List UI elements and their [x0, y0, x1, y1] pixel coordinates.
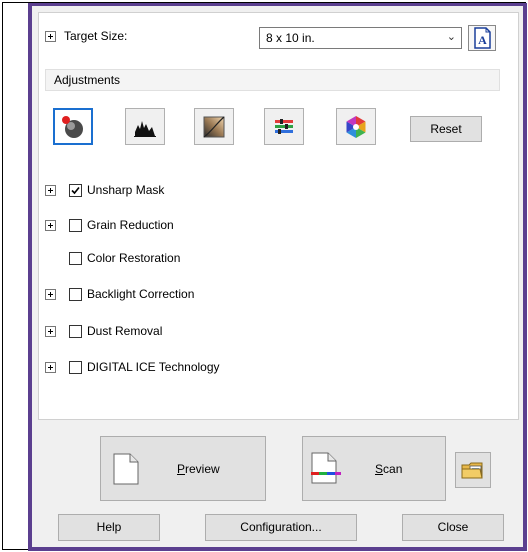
backlight-correction-checkbox[interactable]	[69, 288, 82, 301]
adjustments-title: Adjustments	[54, 73, 121, 87]
grain-reduction-checkbox[interactable]	[69, 219, 82, 232]
unsharp-mask-checkbox[interactable]	[69, 184, 82, 197]
preview-mnemonic: P	[177, 462, 186, 476]
document-orientation-button[interactable]: A	[468, 25, 496, 51]
preview-label: Preview	[177, 462, 220, 476]
expand-grain-reduction-button[interactable]	[45, 220, 56, 231]
page-icon	[113, 453, 139, 485]
chevron-down-icon: ⌄	[446, 31, 456, 43]
reset-label: Reset	[430, 122, 462, 136]
configuration-label: Configuration...	[240, 520, 322, 534]
histogram-icon	[134, 120, 156, 137]
preview-label-rest: review	[185, 462, 220, 476]
target-size-value: 8 x 10 in.	[266, 31, 315, 45]
scan-icon	[311, 452, 341, 484]
color-balance-button[interactable]	[264, 108, 304, 145]
expand-backlight-correction-button[interactable]	[45, 289, 56, 300]
expand-target-size-button[interactable]	[45, 31, 56, 42]
digital-ice-checkbox[interactable]	[69, 361, 82, 374]
scan-settings-window: Target Size: 8 x 10 in. ⌄ A Adjustments	[28, 3, 527, 551]
tone-curve-icon	[203, 116, 225, 137]
target-size-label: Target Size:	[64, 29, 128, 43]
color-restoration-label: Color Restoration	[87, 251, 181, 265]
color-restoration-checkbox[interactable]	[69, 252, 82, 265]
configuration-button[interactable]: Configuration...	[205, 514, 357, 541]
digital-ice-label: DIGITAL ICE Technology	[87, 360, 220, 374]
scan-mnemonic: S	[375, 462, 384, 476]
color-wheel-icon	[346, 115, 366, 138]
folder-icon	[461, 462, 483, 479]
reset-button[interactable]: Reset	[410, 116, 482, 142]
backlight-correction-label: Backlight Correction	[87, 287, 195, 301]
auto-exposure-icon	[62, 115, 83, 138]
auto-exposure-button[interactable]	[53, 108, 93, 145]
unsharp-mask-label: Unsharp Mask	[87, 183, 165, 197]
document-icon: A	[474, 27, 491, 49]
settings-panel: Target Size: 8 x 10 in. ⌄ A Adjustments	[38, 12, 519, 420]
preview-button[interactable]: Preview	[100, 436, 266, 501]
tone-correction-button[interactable]	[194, 108, 234, 145]
expand-digital-ice-button[interactable]	[45, 362, 56, 373]
dust-removal-checkbox[interactable]	[69, 325, 82, 338]
file-save-settings-button[interactable]	[455, 452, 491, 488]
scan-button[interactable]: Scan	[302, 436, 446, 501]
dust-removal-label: Dust Removal	[87, 324, 163, 338]
help-label: Help	[96, 520, 122, 534]
check-mark-icon	[71, 186, 80, 195]
close-button[interactable]: Close	[402, 514, 504, 541]
window-outer-frame: Target Size: 8 x 10 in. ⌄ A Adjustments	[2, 2, 527, 551]
color-palette-icon	[275, 118, 293, 134]
scan-label-rest: can	[383, 462, 403, 476]
scan-label: Scan	[375, 462, 402, 476]
target-size-select[interactable]: 8 x 10 in. ⌄	[259, 27, 462, 49]
expand-dust-removal-button[interactable]	[45, 326, 56, 337]
expand-unsharp-mask-button[interactable]	[45, 185, 56, 196]
svg-text:A: A	[478, 33, 487, 47]
histogram-adjustment-button[interactable]	[125, 108, 165, 145]
color-palette-button[interactable]	[336, 108, 376, 145]
adjustments-header: Adjustments	[45, 69, 500, 91]
close-label: Close	[437, 520, 469, 534]
grain-reduction-label: Grain Reduction	[87, 218, 174, 232]
help-button[interactable]: Help	[58, 514, 160, 541]
